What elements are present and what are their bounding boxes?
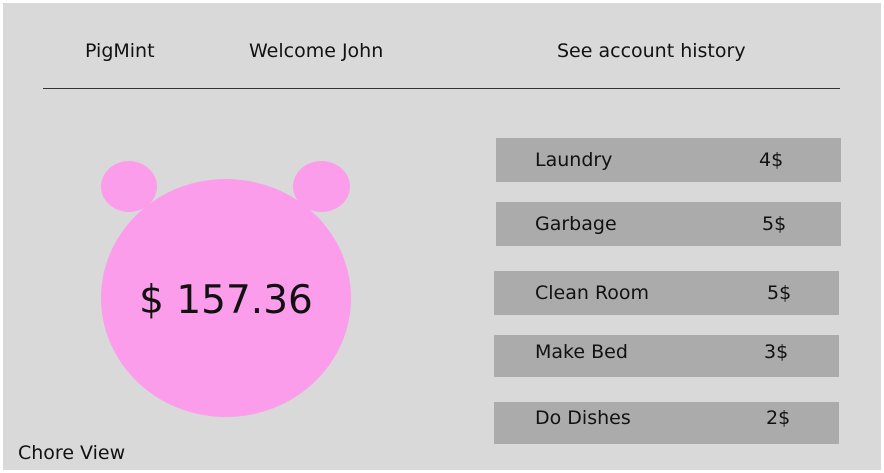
chore-name: Clean Room	[535, 282, 650, 304]
chore-name: Laundry	[535, 149, 613, 171]
chore-item-garbage[interactable]: Garbage 5$	[496, 202, 841, 246]
chore-name: Make Bed	[535, 341, 628, 363]
chore-name: Garbage	[535, 213, 617, 235]
balance-amount: $ 157.36	[139, 278, 313, 323]
header-divider	[43, 88, 840, 89]
chore-item-make-bed[interactable]: Make Bed 3$	[494, 335, 839, 377]
chore-price: 5$	[762, 213, 787, 235]
brand-name: PigMint	[85, 40, 155, 62]
app-frame: PigMint Welcome John See account history…	[3, 3, 881, 470]
chore-price: 2$	[766, 407, 791, 429]
chore-price: 4$	[759, 149, 784, 171]
account-history-link[interactable]: See account history	[557, 39, 746, 63]
view-label: Chore View	[18, 442, 126, 464]
chore-price: 5$	[767, 282, 792, 304]
chore-item-do-dishes[interactable]: Do Dishes 2$	[494, 402, 839, 444]
welcome-message: Welcome John	[249, 40, 384, 62]
chore-name: Do Dishes	[535, 407, 631, 429]
chore-item-clean-room[interactable]: Clean Room 5$	[494, 271, 839, 315]
chore-item-laundry[interactable]: Laundry 4$	[496, 138, 841, 182]
chore-price: 3$	[764, 341, 789, 363]
